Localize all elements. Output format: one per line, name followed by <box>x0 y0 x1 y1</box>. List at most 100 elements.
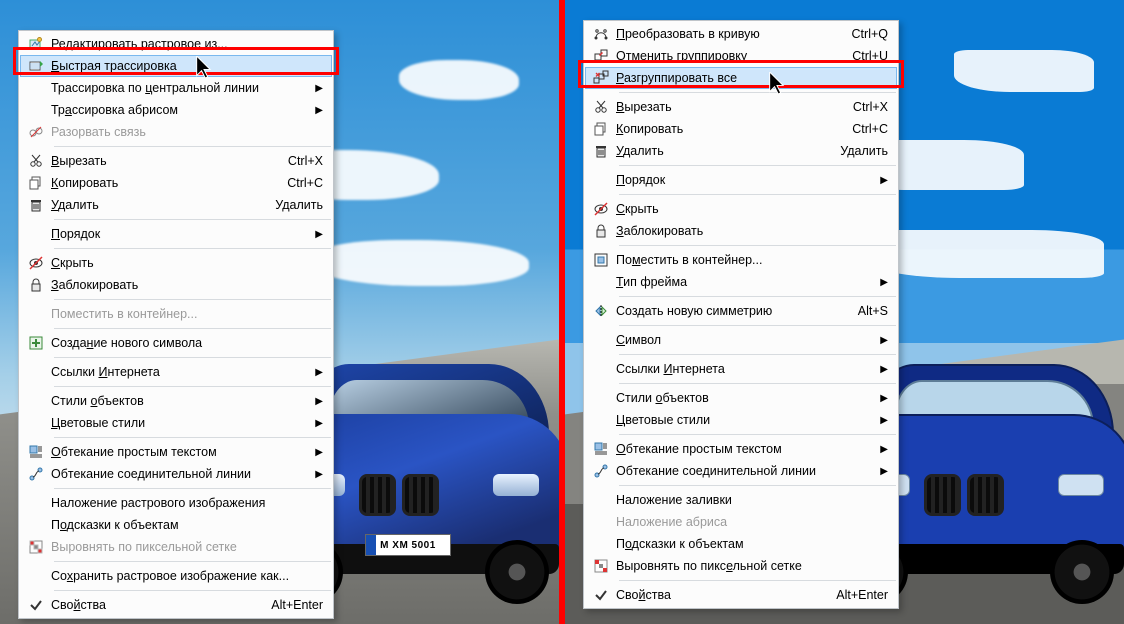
menu-item-shortcut: Удалить <box>840 144 888 158</box>
menu-item[interactable]: Быстрая трассировка <box>20 55 332 77</box>
menu-item[interactable]: УдалитьУдалить <box>21 194 331 216</box>
menu-item[interactable]: Разгруппировать все <box>585 67 897 89</box>
menu-item[interactable]: Стили объектов▶ <box>21 390 331 412</box>
menu-item-label: Наложение заливки <box>616 493 888 507</box>
menu-item-label: Вырезать <box>51 154 280 168</box>
menu-item[interactable]: КопироватьCtrl+C <box>586 118 896 140</box>
lock-icon <box>21 277 51 293</box>
pixel-align-icon <box>21 539 51 555</box>
menu-item[interactable]: Трассировка по центральной линии▶ <box>21 77 331 99</box>
menu-separator <box>54 299 331 300</box>
menu-item-label: Тип фрейма <box>616 275 872 289</box>
menu-separator <box>54 219 331 220</box>
menu-item[interactable]: Редактировать растровое из... <box>21 33 331 55</box>
menu-separator <box>54 561 331 562</box>
left-panel: M XM 5001 Редактировать растровое из...Б… <box>0 0 559 624</box>
menu-item-label: Подсказки к объектам <box>51 518 323 532</box>
menu-item[interactable]: ВырезатьCtrl+X <box>21 150 331 172</box>
menu-item[interactable]: Цветовые стили▶ <box>21 412 331 434</box>
menu-item[interactable]: Цветовые стили▶ <box>586 409 896 431</box>
menu-item[interactable]: Заблокировать <box>586 220 896 242</box>
menu-item[interactable]: Скрыть <box>586 198 896 220</box>
menu-item[interactable]: Поместить в контейнер... <box>586 249 896 271</box>
new-symbol-icon <box>21 335 51 351</box>
left-context-menu[interactable]: Редактировать растровое из... Быстрая тра… <box>18 30 334 619</box>
right-context-menu[interactable]: Преобразовать в кривую Ctrl+Q Отменить гру… <box>583 20 899 609</box>
menu-item-label: Создание нового символа <box>51 336 323 350</box>
menu-item-label: Обтекание соединительной линии <box>616 464 872 478</box>
menu-item-label: Порядок <box>616 173 872 187</box>
menu-item-shortcut: Alt+Enter <box>271 598 323 612</box>
menu-item-label: Поместить в контейнер... <box>51 307 323 321</box>
menu-separator <box>619 165 896 166</box>
submenu-arrow-icon: ▶ <box>880 277 888 288</box>
ungroup-icon <box>586 48 616 64</box>
menu-item[interactable]: Наложение растрового изображения <box>21 492 331 514</box>
menu-item[interactable]: Выровнять по пиксельной сетке <box>586 555 896 577</box>
menu-item[interactable]: Удалить Удалить <box>586 140 896 162</box>
menu-item: Выровнять по пиксельной сетке <box>21 536 331 558</box>
menu-item[interactable]: Обтекание соединительной линии▶ <box>586 460 896 482</box>
submenu-arrow-icon: ▶ <box>315 229 323 240</box>
menu-item[interactable]: Обтекание простым текстом▶ <box>586 438 896 460</box>
menu-item[interactable]: Ссылки Интернета▶ <box>586 358 896 380</box>
submenu-arrow-icon: ▶ <box>315 105 323 116</box>
lock-icon <box>586 223 616 239</box>
menu-item[interactable]: Порядок ▶ <box>586 169 896 191</box>
menu-item[interactable]: СвойстваAlt+Enter <box>21 594 331 616</box>
delete-icon <box>21 197 51 213</box>
menu-item-shortcut: Ctrl+Q <box>852 27 888 41</box>
menu-item-label: Обтекание простым текстом <box>51 445 307 459</box>
menu-item-label: Преобразовать в кривую <box>616 27 844 41</box>
menu-item-label: Копировать <box>616 122 844 136</box>
cloud <box>399 60 519 100</box>
menu-separator <box>54 386 331 387</box>
menu-item[interactable]: Обтекание соединительной линии▶ <box>21 463 331 485</box>
menu-item-label: Порядок <box>51 227 307 241</box>
menu-item[interactable]: Тип фрейма ▶ <box>586 271 896 293</box>
wrap-text-icon <box>21 444 51 460</box>
menu-item-shortcut: Ctrl+U <box>852 49 888 63</box>
menu-item[interactable]: Обтекание простым текстом▶ <box>21 441 331 463</box>
menu-item[interactable]: Трассировка абрисом ▶ <box>21 99 331 121</box>
menu-item-label: Наложение растрового изображения <box>51 496 323 510</box>
menu-item[interactable]: ВырезатьCtrl+X <box>586 96 896 118</box>
menu-item[interactable]: Заблокировать <box>21 274 331 296</box>
menu-item[interactable]: Создание нового символа <box>21 332 331 354</box>
ungroup-all-icon <box>586 70 616 86</box>
cloud <box>864 230 1104 278</box>
menu-separator <box>619 296 896 297</box>
menu-item[interactable]: Скрыть <box>21 252 331 274</box>
menu-item[interactable]: СвойстваAlt+Enter <box>586 584 896 606</box>
pixel-align-icon <box>586 558 616 574</box>
check-icon <box>21 597 51 613</box>
menu-item-label: Разгруппировать все <box>616 71 888 85</box>
menu-item-label: Трассировка абрисом <box>51 103 307 117</box>
menu-separator <box>619 485 896 486</box>
menu-item[interactable]: Отменить группировкуCtrl+U <box>586 45 896 67</box>
menu-item-label: Трассировка по центральной линии <box>51 81 307 95</box>
right-panel: M XM 5001 Преобразовать в кривуюCtrl+QОт… <box>565 0 1124 624</box>
menu-item[interactable]: Порядок ▶ <box>21 223 331 245</box>
menu-item-label: Редактировать растровое из... <box>51 37 323 51</box>
menu-item[interactable]: Подсказки к объектам <box>586 533 896 555</box>
menu-item[interactable]: Сохранить растровое изображение как... <box>21 565 331 587</box>
menu-item[interactable]: Стили объектов▶ <box>586 387 896 409</box>
submenu-arrow-icon: ▶ <box>880 175 888 186</box>
menu-separator <box>54 590 331 591</box>
menu-item-label: Поместить в контейнер... <box>616 253 888 267</box>
menu-item-label: Свойства <box>616 588 828 602</box>
menu-item-label: Удалить <box>616 144 832 158</box>
menu-item-shortcut: Alt+S <box>858 304 888 318</box>
submenu-arrow-icon: ▶ <box>880 444 888 455</box>
menu-item[interactable]: Символ▶ <box>586 329 896 351</box>
menu-item[interactable]: Преобразовать в кривую Ctrl+Q <box>586 23 896 45</box>
menu-item[interactable]: Наложение заливки <box>586 489 896 511</box>
menu-item[interactable]: Подсказки к объектам <box>21 514 331 536</box>
menu-item-label: Стили объектов <box>616 391 872 405</box>
check-icon <box>586 587 616 603</box>
menu-item-shortcut: Ctrl+X <box>853 100 888 114</box>
menu-item[interactable]: Ссылки Интернета▶ <box>21 361 331 383</box>
menu-item[interactable]: КопироватьCtrl+C <box>21 172 331 194</box>
menu-item[interactable]: Создать новую симметриюAlt+S <box>586 300 896 322</box>
